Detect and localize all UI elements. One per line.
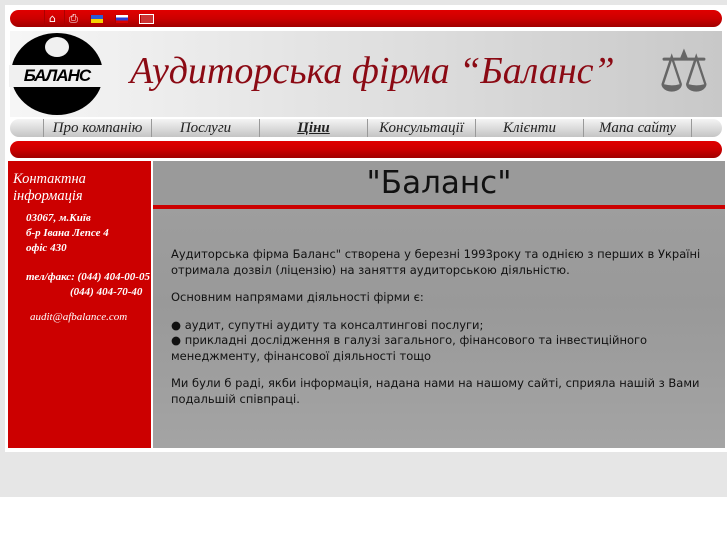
flag-uk-icon[interactable] — [138, 13, 154, 24]
nav-clients[interactable]: Клієнти — [476, 119, 584, 137]
main-nav: Про компанію Послуги Ціни Консультації К… — [10, 119, 722, 137]
address-line: офіс 430 — [26, 242, 67, 254]
nav-about[interactable]: Про компанію — [44, 119, 152, 137]
closing-paragraph: Ми були б раді, якби інформація, надана … — [171, 376, 700, 406]
address-line: б-р Івана Лепсе 4 — [26, 227, 109, 239]
scales-icon: ⚖ — [658, 37, 710, 105]
nav-consultations[interactable]: Консультації — [368, 119, 476, 137]
address-line: 03067, м.Київ — [26, 212, 91, 224]
contact-sidebar: Контактна інформація 03067, м.Київ б-р І… — [8, 161, 151, 448]
flag-ru-icon[interactable] — [114, 14, 128, 23]
contact-heading: Контактна інформація — [13, 171, 86, 204]
print-icon[interactable]: ⎙ — [63, 10, 78, 27]
bullet-item: прикладні дослідження в галузі загальног… — [171, 333, 648, 363]
top-icons: ⌂ ⎙ — [44, 10, 154, 27]
home-icon[interactable]: ⌂ — [44, 10, 56, 27]
phone-label: тел/факс: — [26, 271, 75, 283]
nav-services[interactable]: Послуги — [152, 119, 260, 137]
header-banner: БАЛАНС Аудиторська фірма “Баланс” ⚖ — [9, 31, 722, 117]
directions-heading: Основним напрямами діяльності фірми є: — [171, 290, 424, 304]
phone-2: (044) 404-70-40 — [70, 286, 143, 298]
sub-bar — [10, 141, 722, 158]
nav-prices[interactable]: Ціни — [260, 119, 368, 137]
email-link[interactable]: audit@afbalance.com — [30, 310, 151, 325]
phone-1: (044) 404-00-05 — [77, 271, 150, 283]
flag-ua-icon[interactable] — [89, 14, 103, 23]
intro-paragraph: Аудиторська фірма Баланс" створена у бер… — [171, 247, 701, 277]
logo[interactable]: БАЛАНС — [9, 33, 105, 115]
site-title: Аудиторська фірма “Баланс” — [130, 50, 615, 92]
page-title: "Баланс" — [153, 161, 725, 205]
nav-sitemap[interactable]: Мапа сайту — [584, 119, 692, 137]
main-content: "Баланс" Аудиторська фірма Баланс" створ… — [153, 161, 725, 448]
bullet-item: аудит, супутні аудиту та консалтингові п… — [184, 317, 484, 332]
